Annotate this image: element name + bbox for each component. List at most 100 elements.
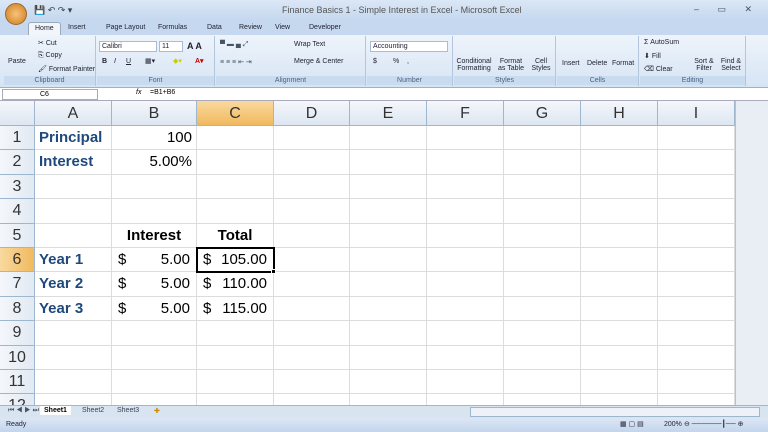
cell-I11[interactable] [658, 370, 735, 395]
cell-A1[interactable]: Principal [35, 126, 112, 151]
row-header-8[interactable]: 8 [0, 296, 35, 322]
tab-page-layout[interactable]: Page Layout [100, 22, 151, 33]
column-header-C[interactable]: C [197, 101, 274, 126]
vertical-align-buttons[interactable]: ▀ ▬ ▄ ⤢ [220, 41, 248, 49]
row-header-2[interactable]: 2 [0, 150, 35, 175]
tab-developer[interactable]: Developer [303, 22, 347, 33]
tab-data[interactable]: Data [201, 22, 228, 33]
format-as-table-button[interactable]: Format as Table [496, 58, 526, 72]
tab-formulas[interactable]: Formulas [152, 22, 193, 33]
cell-G2[interactable] [504, 150, 581, 175]
worksheet-grid[interactable]: A B C D E F G H I 1 Principal 100 2 Interest 5.00% 3 4 5 I… [0, 101, 735, 405]
cell-E11[interactable] [350, 370, 427, 395]
cell-G11[interactable] [504, 370, 581, 395]
fill-color-button[interactable]: ◆▾ [173, 57, 182, 65]
cell-I10[interactable] [658, 345, 735, 370]
cell-E5[interactable] [350, 223, 427, 248]
cell-A9[interactable] [35, 321, 112, 346]
cell-B6[interactable]: $5.00 [112, 248, 197, 273]
cell-D10[interactable] [274, 345, 350, 370]
clear-button[interactable]: ⌫ Clear [644, 65, 673, 73]
number-format-select[interactable]: Accounting [370, 41, 448, 52]
cell-C7[interactable]: $110.00 [197, 272, 274, 297]
cell-F10[interactable] [427, 345, 504, 370]
cell-F5[interactable] [427, 223, 504, 248]
cell-A4[interactable] [35, 199, 112, 224]
cell-B3[interactable] [112, 174, 197, 200]
cell-F8[interactable] [427, 296, 504, 322]
cell-B12[interactable] [112, 394, 197, 405]
underline-button[interactable]: U [126, 58, 131, 65]
name-box[interactable]: C6 [2, 89, 98, 100]
select-all-corner[interactable] [0, 101, 35, 126]
bold-button[interactable]: B [102, 58, 107, 65]
cell-H3[interactable] [581, 174, 658, 200]
cell-G6[interactable] [504, 248, 581, 273]
cell-I7[interactable] [658, 272, 735, 297]
formula-input[interactable]: =B1+B6 [150, 89, 175, 96]
cell-C2[interactable] [197, 150, 274, 175]
cell-A3[interactable] [35, 174, 112, 200]
cell-E10[interactable] [350, 345, 427, 370]
cell-E3[interactable] [350, 174, 427, 200]
office-button[interactable] [5, 3, 27, 25]
paste-button[interactable]: Paste [8, 58, 26, 65]
find-select-button[interactable]: Find & Select [718, 58, 744, 72]
cell-B5[interactable]: Interest [112, 223, 197, 248]
column-header-E[interactable]: E [350, 101, 427, 126]
cell-D3[interactable] [274, 174, 350, 200]
row-header-1[interactable]: 1 [0, 126, 35, 151]
copy-button[interactable]: ⎘ Copy [38, 52, 62, 60]
tab-insert[interactable]: Insert [62, 22, 92, 33]
format-painter-button[interactable]: 🖌 Format Painter [38, 65, 95, 73]
italic-button[interactable]: I [114, 58, 116, 65]
cell-F2[interactable] [427, 150, 504, 175]
horizontal-scrollbar[interactable] [470, 407, 760, 417]
cell-E8[interactable] [350, 296, 427, 322]
percent-button[interactable]: % [393, 58, 399, 65]
cell-G5[interactable] [504, 223, 581, 248]
cell-A10[interactable] [35, 345, 112, 370]
font-name-select[interactable]: Calibri [99, 41, 157, 52]
cell-G12[interactable] [504, 394, 581, 405]
cell-G10[interactable] [504, 345, 581, 370]
cell-C8[interactable]: $115.00 [197, 296, 274, 322]
column-header-F[interactable]: F [427, 101, 504, 126]
cell-B4[interactable] [112, 199, 197, 224]
row-header-11[interactable]: 11 [0, 370, 35, 395]
horizontal-align-buttons[interactable]: ≡ ≡ ≡ ⇤ ⇥ [220, 58, 252, 66]
cell-I3[interactable] [658, 174, 735, 200]
cell-H5[interactable] [581, 223, 658, 248]
cell-A5[interactable] [35, 223, 112, 248]
cell-D7[interactable] [274, 272, 350, 297]
cell-H10[interactable] [581, 345, 658, 370]
cell-C1[interactable] [197, 126, 274, 151]
cell-H1[interactable] [581, 126, 658, 151]
cell-C10[interactable] [197, 345, 274, 370]
cell-D5[interactable] [274, 223, 350, 248]
cell-I6[interactable] [658, 248, 735, 273]
cell-F7[interactable] [427, 272, 504, 297]
cell-I5[interactable] [658, 223, 735, 248]
cell-B11[interactable] [112, 370, 197, 395]
cell-B9[interactable] [112, 321, 197, 346]
currency-button[interactable]: $ [373, 58, 377, 65]
cell-C12[interactable] [197, 394, 274, 405]
cell-H2[interactable] [581, 150, 658, 175]
cell-E9[interactable] [350, 321, 427, 346]
cell-C3[interactable] [197, 174, 274, 200]
cut-button[interactable]: ✂ Cut [38, 39, 57, 47]
cell-C11[interactable] [197, 370, 274, 395]
cell-A8[interactable]: Year 3 [35, 296, 112, 322]
insert-sheet-icon[interactable]: ✚ [150, 406, 164, 416]
cell-D9[interactable] [274, 321, 350, 346]
cell-C9[interactable] [197, 321, 274, 346]
cell-D8[interactable] [274, 296, 350, 322]
cell-E6[interactable] [350, 248, 427, 273]
cell-E12[interactable] [350, 394, 427, 405]
window-controls[interactable]: – ▭ ✕ [694, 4, 760, 15]
cell-H8[interactable] [581, 296, 658, 322]
font-color-button[interactable]: A▾ [195, 57, 204, 65]
row-header-12[interactable]: 12 [0, 394, 35, 405]
tab-review[interactable]: Review [233, 22, 268, 33]
